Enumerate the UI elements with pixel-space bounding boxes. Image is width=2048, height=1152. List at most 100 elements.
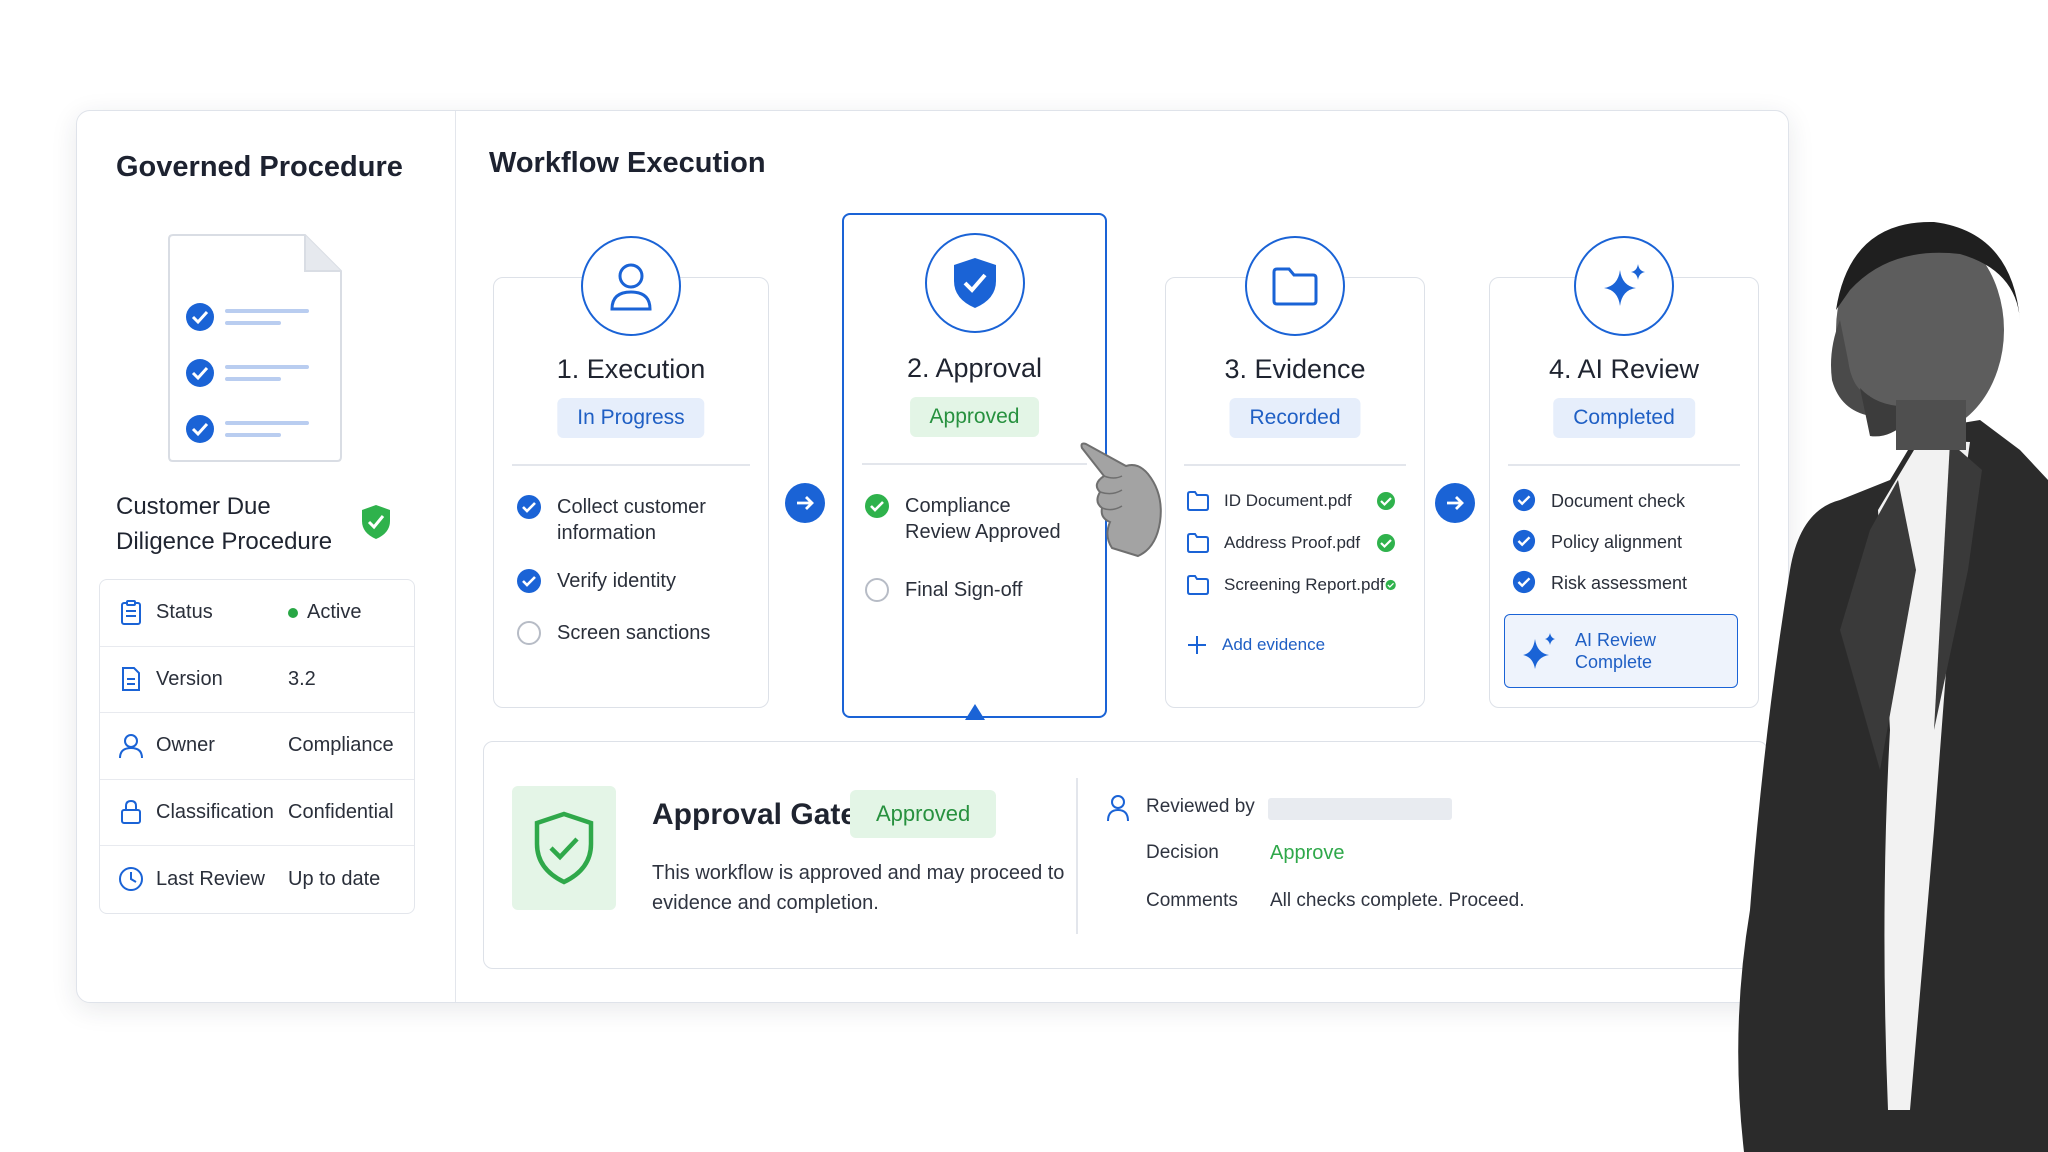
approval-gate-description: This workflow is approved and may procee… — [652, 862, 1065, 914]
document-icon — [116, 664, 146, 694]
file-name: Address Proof.pdf — [1224, 533, 1361, 552]
workflow-title: Workflow Execution — [489, 147, 766, 179]
file-name: Screening Report.pdf — [1224, 575, 1385, 594]
check-circle-icon — [1377, 534, 1395, 552]
meta-row-status: Status Active — [100, 580, 414, 647]
approval-gate-card: Approval Gate Approved This workflow is … — [483, 741, 1768, 969]
meta-row-owner: Owner Compliance — [100, 713, 414, 780]
step-title: 2. Approval — [906, 353, 1043, 383]
sidebar-title: Governed Procedure — [116, 151, 403, 183]
meta-value: Active — [288, 601, 361, 624]
task-item[interactable]: Compliance Review Approved — [864, 493, 1074, 545]
comments-label: Comments — [1146, 890, 1238, 911]
step-title: 1. Execution — [556, 354, 706, 384]
evidence-file[interactable]: Address Proof.pdf — [1186, 532, 1396, 554]
divider — [512, 464, 750, 466]
task-item[interactable]: Final Sign-off — [864, 577, 1022, 603]
approval-gate-title: Approval Gate — [652, 798, 858, 831]
task-item[interactable]: Document check — [1512, 488, 1685, 514]
reviewer-redacted-field — [1268, 798, 1452, 820]
procedure-metadata-table: Status Active Version 3.2 Owner Complian… — [99, 579, 415, 914]
folder-icon — [1187, 491, 1209, 511]
meta-label: Classification — [156, 800, 274, 823]
shield-check-icon — [924, 233, 1025, 333]
sparkle-icon — [1574, 236, 1674, 336]
step-title: 4. AI Review — [1548, 354, 1700, 384]
folder-icon — [1187, 533, 1209, 553]
empty-circle-icon — [865, 578, 889, 602]
task-label: Document check — [1551, 491, 1686, 511]
checklist-document-icon — [168, 234, 342, 462]
pointer-triangle-icon — [965, 704, 985, 720]
evidence-file[interactable]: Screening Report.pdf — [1186, 574, 1396, 596]
task-item[interactable]: Risk assessment — [1512, 570, 1687, 596]
task-label: Verify identity — [557, 570, 676, 592]
step-card-approval[interactable]: 2. Approval Approved Compliance Review A… — [842, 213, 1107, 720]
step-title: 3. Evidence — [1224, 354, 1366, 384]
user-icon — [581, 236, 681, 336]
step-card-ai-review[interactable]: 4. AI Review Completed Document check Po… — [1489, 236, 1759, 708]
check-circle-icon — [1377, 492, 1395, 510]
meta-label: Owner — [156, 734, 215, 757]
status-badge: In Progress — [557, 398, 705, 438]
clock-icon — [116, 864, 146, 894]
meta-row-version: Version 3.2 — [100, 647, 414, 713]
comments-value: All checks complete. Proceed. — [1270, 890, 1525, 911]
sparkle-icon — [1523, 633, 1555, 669]
decision-value: Approve — [1270, 842, 1345, 864]
procedure-sidebar: Governed Procedure Customer Due Diligenc… — [77, 111, 456, 1002]
task-label: Collect customer information — [557, 496, 706, 544]
next-arrow-icon — [785, 483, 825, 523]
add-evidence-label: Add evidence — [1222, 635, 1326, 654]
empty-circle-icon — [517, 621, 541, 645]
meta-row-classification: Classification Confidential — [100, 780, 414, 846]
verified-shield-icon — [362, 505, 390, 539]
task-label: Policy alignment — [1551, 532, 1683, 552]
approval-shield-icon — [512, 786, 616, 910]
task-label: Final Sign-off — [905, 579, 1023, 601]
evidence-file[interactable]: ID Document.pdf — [1186, 490, 1396, 512]
check-circle-icon — [1512, 529, 1536, 553]
divider — [1076, 778, 1078, 934]
presenter-figure — [1738, 221, 2048, 1152]
next-arrow-icon — [1435, 483, 1475, 523]
procedure-name: Customer Due Diligence Procedure — [116, 493, 333, 555]
clipboard-icon — [116, 598, 146, 628]
ai-review-complete-banner[interactable]: AI Review Complete — [1504, 614, 1738, 688]
meta-label: Status — [156, 601, 213, 624]
pointing-hand — [1080, 442, 1162, 558]
add-evidence-button[interactable]: Add evidence — [1186, 634, 1325, 656]
lock-icon — [116, 797, 146, 827]
meta-value: Up to date — [288, 867, 381, 890]
check-circle-icon — [865, 494, 889, 518]
check-circle-icon — [517, 569, 541, 593]
task-label: Risk assessment — [1551, 573, 1688, 593]
ai-review-complete-label: AI Review Complete — [1575, 630, 1657, 672]
decision-label: Decision — [1146, 842, 1219, 863]
task-item[interactable]: Policy alignment — [1512, 529, 1682, 555]
check-circle-icon — [1512, 570, 1536, 594]
status-badge: Recorded — [1229, 398, 1361, 438]
divider — [1508, 464, 1740, 466]
meta-value: Confidential — [288, 800, 394, 823]
status-badge: Approved — [909, 397, 1040, 437]
divider — [1184, 464, 1406, 466]
check-circle-icon — [1512, 488, 1536, 512]
meta-row-last-review: Last Review Up to date — [100, 846, 414, 913]
meta-value: 3.2 — [288, 667, 316, 690]
user-icon — [116, 731, 146, 761]
approval-status-badge: Approved — [850, 790, 997, 838]
divider — [862, 463, 1087, 465]
step-card-evidence[interactable]: 3. Evidence Recorded ID Document.pdf Add… — [1165, 236, 1425, 708]
user-icon — [1107, 795, 1129, 822]
step-card-execution[interactable]: 1. Execution In Progress Collect custome… — [493, 236, 769, 708]
task-item[interactable]: Collect customer information — [516, 494, 736, 546]
check-circle-icon — [517, 495, 541, 519]
reviewed-by-label: Reviewed by — [1146, 796, 1255, 817]
file-name: ID Document.pdf — [1224, 491, 1352, 510]
meta-label: Version — [156, 667, 223, 690]
status-badge: Completed — [1553, 398, 1695, 438]
task-item[interactable]: Verify identity — [516, 568, 676, 594]
task-item[interactable]: Screen sanctions — [516, 620, 710, 646]
folder-icon — [1187, 575, 1209, 595]
